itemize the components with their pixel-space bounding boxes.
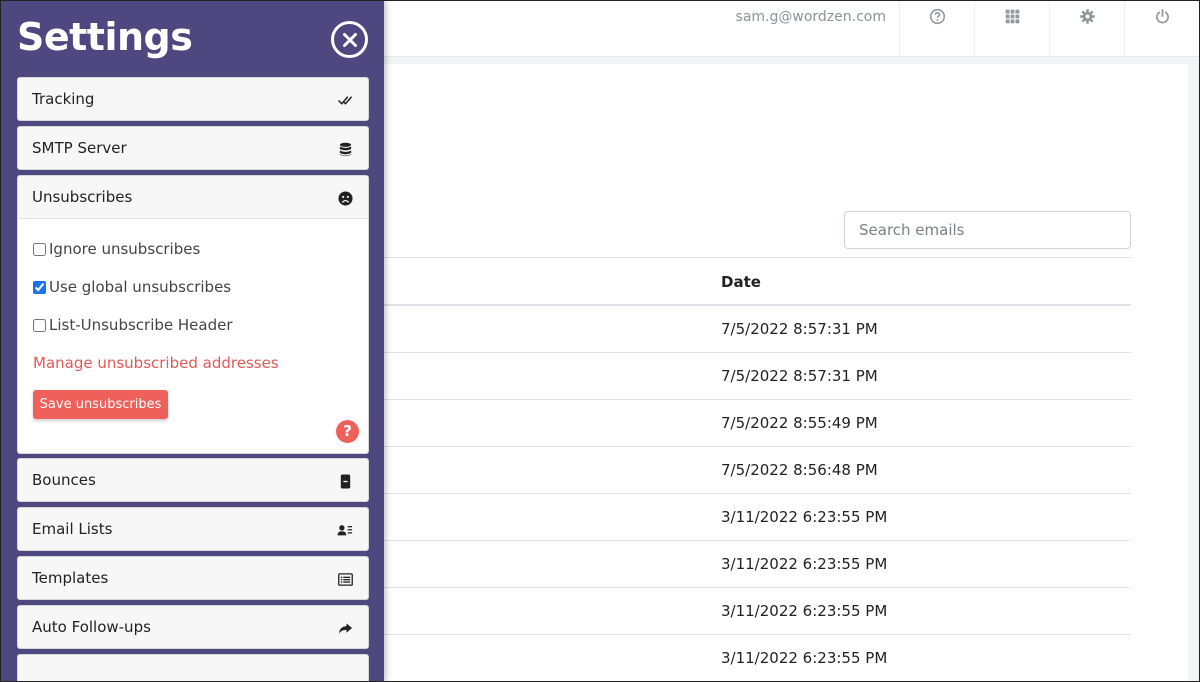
list-unsubscribe-header-checkbox[interactable] [33,318,46,332]
date-cell: 7/5/2022 8:57:31 PM [721,367,878,385]
column-header-date[interactable]: Date [721,273,761,291]
section-label: Bounces [32,471,96,489]
section-label: Unsubscribes [32,188,133,206]
use-global-unsubscribes-option[interactable]: Use global unsubscribes [33,278,231,296]
section-bounces[interactable]: Bounces [17,458,369,502]
option-label: Ignore unsubscribes [49,240,201,258]
date-cell: 7/5/2022 8:56:48 PM [721,461,878,479]
gear-icon [1079,9,1095,24]
section-templates[interactable]: Templates [17,556,369,600]
section-tracking[interactable]: Tracking [17,77,369,121]
database-icon [337,141,353,157]
double-check-icon [337,92,353,108]
save-unsubscribes-button[interactable]: Save unsubscribes [33,390,168,419]
use-global-unsubscribes-checkbox[interactable] [33,280,46,294]
date-cell: 3/11/2022 6:23:55 PM [721,555,888,573]
section-label: Email Lists [32,520,113,538]
list-unsubscribe-header-option[interactable]: List-Unsubscribe Header [33,316,233,334]
apps-grid-icon [1005,9,1019,24]
section-next-partial[interactable] [17,654,369,682]
manage-unsubscribed-link[interactable]: Manage unsubscribed addresses [33,354,279,372]
section-auto-follow-ups[interactable]: Auto Follow-ups [17,605,369,649]
date-cell: 3/11/2022 6:23:55 PM [721,508,888,526]
close-icon [342,32,357,47]
mobile-device-icon [337,473,353,489]
section-email-lists[interactable]: Email Lists [17,507,369,551]
close-button[interactable] [331,21,368,58]
date-cell: 3/11/2022 6:23:55 PM [721,649,888,667]
section-label: Auto Follow-ups [32,618,151,636]
help-button[interactable] [899,0,974,57]
section-label: SMTP Server [32,139,127,157]
apps-button[interactable] [974,0,1049,57]
search-input[interactable] [844,211,1131,249]
ignore-unsubscribes-checkbox[interactable] [33,242,46,256]
ignore-unsubscribes-option[interactable]: Ignore unsubscribes [33,240,200,258]
settings-button[interactable] [1049,0,1124,57]
list-alt-icon [337,571,353,587]
power-icon [1155,8,1169,24]
help-icon[interactable]: ? [336,420,359,443]
option-label: List-Unsubscribe Header [49,316,233,334]
logout-button[interactable] [1124,0,1199,57]
panel-title: Settings [17,15,193,59]
section-label: Templates [32,569,109,587]
section-label: Tracking [32,90,95,108]
option-label: Use global unsubscribes [49,278,232,296]
help-circle-icon [929,8,945,25]
contact-list-icon [337,522,353,538]
reply-all-icon [337,620,353,636]
sad-face-icon [337,190,353,206]
section-smtp-server[interactable]: SMTP Server [17,126,369,170]
date-cell: 7/5/2022 8:55:49 PM [721,414,878,432]
user-email[interactable]: sam.g@wordzen.com [736,9,886,25]
section-unsubscribes[interactable]: Unsubscribes [17,175,369,219]
unsubscribes-panel-body: Ignore unsubscribes Use global unsubscri… [17,218,369,454]
date-cell: 3/11/2022 6:23:55 PM [721,602,888,620]
settings-panel: Settings Tracking SMTP Server Unsubscrib… [0,0,384,682]
date-cell: 7/5/2022 8:57:31 PM [721,320,878,338]
